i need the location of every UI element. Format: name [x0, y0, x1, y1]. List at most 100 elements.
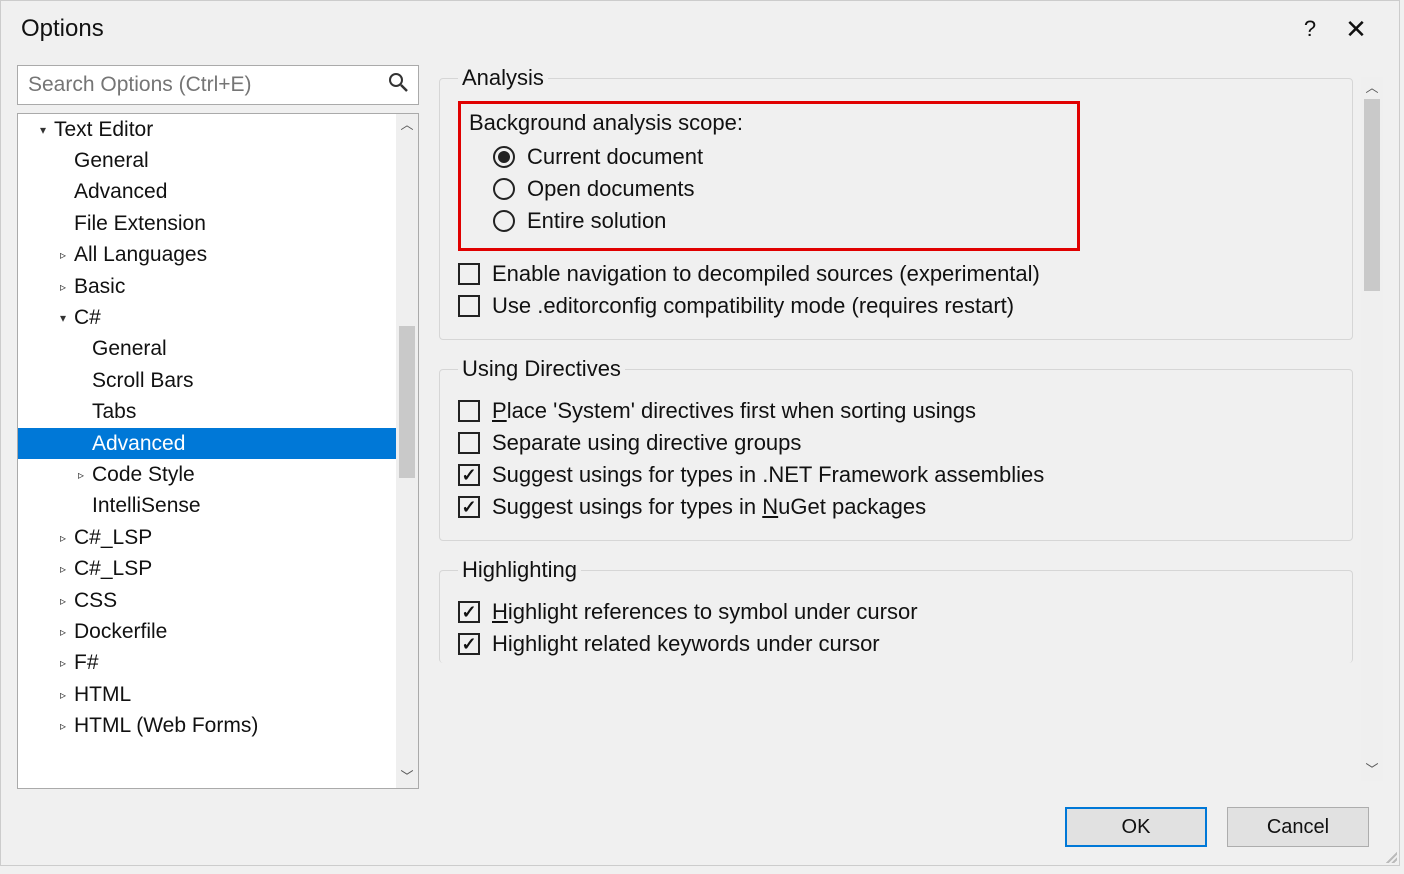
tree-item-label: F# [74, 651, 99, 675]
collapsed-icon[interactable]: ▹ [56, 280, 70, 294]
collapsed-icon[interactable]: ▹ [56, 719, 70, 733]
tree-item[interactable]: ▹C#_LSP [18, 553, 396, 584]
tree-item[interactable]: General [18, 145, 396, 176]
checkbox-label: Separate using directive groups [492, 430, 801, 456]
tree-item[interactable]: ▹Dockerfile [18, 616, 396, 647]
settings-panel: Analysis Background analysis scope: Curr… [435, 65, 1357, 789]
checkbox-icon[interactable] [458, 263, 480, 285]
tree-item[interactable]: ▹ Basic [18, 271, 396, 302]
search-box[interactable] [17, 65, 419, 105]
radio-icon[interactable] [493, 178, 515, 200]
checkbox-option[interactable]: Suggest usings for types in .NET Framewo… [458, 462, 1336, 488]
panel-scrollbar[interactable]: ︿ ﹀ [1361, 77, 1383, 781]
tree-item[interactable]: IntelliSense [18, 491, 396, 522]
checkbox-option[interactable]: Highlight related keywords under cursor [458, 631, 1336, 657]
radio-option[interactable]: Open documents [493, 176, 1069, 202]
tree-item-label: HTML [74, 683, 131, 707]
scope-label: Background analysis scope: [469, 110, 1069, 136]
scroll-down-icon[interactable]: ﹀ [396, 766, 418, 788]
scroll-down-icon[interactable]: ﹀ [1361, 759, 1383, 781]
resize-grip-icon[interactable] [1383, 849, 1397, 863]
checkbox-icon[interactable] [458, 633, 480, 655]
tree-item-label: Scroll Bars [92, 369, 194, 393]
analysis-group: Analysis Background analysis scope: Curr… [439, 65, 1353, 340]
right-column: Analysis Background analysis scope: Curr… [435, 65, 1383, 789]
highlighting-group: Highlighting Highlight references to sym… [439, 557, 1353, 663]
checkbox-label: Suggest usings for types in .NET Framewo… [492, 462, 1044, 488]
tree-item-label: General [74, 149, 149, 173]
tree-item[interactable]: General [18, 334, 396, 365]
checkbox-label: Use .editorconfig compatibility mode (re… [492, 293, 1014, 319]
title-bar: Options ? ✕ [1, 1, 1399, 57]
tree-item[interactable]: Tabs [18, 397, 396, 428]
radio-label: Open documents [527, 176, 695, 202]
checkbox-option[interactable]: Highlight references to symbol under cur… [458, 599, 1336, 625]
collapsed-icon[interactable]: ▹ [56, 656, 70, 670]
radio-icon[interactable] [493, 146, 515, 168]
checkbox-option[interactable]: Suggest usings for types in NuGet packag… [458, 494, 1336, 520]
ok-button[interactable]: OK [1065, 807, 1207, 847]
checkbox-icon[interactable] [458, 496, 480, 518]
tree-item-label: C#_LSP [74, 526, 152, 550]
expanded-icon[interactable]: ▾ [56, 311, 70, 325]
checkbox-icon[interactable] [458, 464, 480, 486]
tree-item-label: Tabs [92, 400, 136, 424]
tree-item-label: Advanced [74, 180, 167, 204]
tree-item[interactable]: ▹ C#_LSP [18, 522, 396, 553]
checkbox-icon[interactable] [458, 601, 480, 623]
checkbox-icon[interactable] [458, 400, 480, 422]
scroll-up-icon[interactable]: ︿ [396, 114, 418, 136]
tree-item-label: Code Style [92, 463, 195, 487]
scroll-thumb[interactable] [399, 326, 415, 478]
tree-view: ▾Text Editor General Advanced File Extensio… [17, 113, 419, 789]
collapsed-icon[interactable]: ▹ [56, 248, 70, 262]
radio-label: Entire solution [527, 208, 666, 234]
tree-item-label: IntelliSense [92, 494, 201, 518]
checkbox-icon[interactable] [458, 295, 480, 317]
tree-item[interactable]: ▾Text Editor [18, 114, 396, 145]
radio-icon[interactable] [493, 210, 515, 232]
tree-item[interactable]: Advanced [18, 177, 396, 208]
collapsed-icon[interactable]: ▹ [56, 531, 70, 545]
expanded-icon[interactable]: ▾ [36, 123, 50, 137]
scroll-thumb[interactable] [1364, 99, 1380, 291]
checkbox-option[interactable]: Use .editorconfig compatibility mode (re… [458, 293, 1336, 319]
tree-item[interactable]: File Extension [18, 208, 396, 239]
highlighting-legend: Highlighting [458, 557, 581, 583]
collapsed-icon[interactable]: ▹ [74, 468, 88, 482]
close-button[interactable]: ✕ [1333, 14, 1379, 45]
tree-item-label: CSS [74, 589, 117, 613]
search-input[interactable] [28, 73, 388, 97]
usings-group: Using Directives Place 'System' directiv… [439, 356, 1353, 541]
tree-scrollbar[interactable]: ︿ ﹀ [396, 114, 418, 788]
radio-option[interactable]: Current document [493, 144, 1069, 170]
dialog-title: Options [21, 15, 104, 43]
collapsed-icon[interactable]: ▹ [56, 625, 70, 639]
options-dialog: Options ? ✕ ▾Text Editor General Advanced F… [0, 0, 1400, 866]
radio-option[interactable]: Entire solution [493, 208, 1069, 234]
checkbox-option[interactable]: Separate using directive groups [458, 430, 1336, 456]
tree-item-label: Basic [74, 275, 125, 299]
checkbox-option[interactable]: Place 'System' directives first when sor… [458, 398, 1336, 424]
tree-item[interactable]: Scroll Bars [18, 365, 396, 396]
tree-item[interactable]: ▹All Languages [18, 240, 396, 271]
tree-item[interactable]: ▹ Code Style [18, 459, 396, 490]
checkbox-option[interactable]: Enable navigation to decompiled sources … [458, 261, 1336, 287]
collapsed-icon[interactable]: ▹ [56, 688, 70, 702]
tree-item[interactable]: ▹ F# [18, 648, 396, 679]
tree-item[interactable]: ▾C# [18, 302, 396, 333]
left-column: ▾Text Editor General Advanced File Extensio… [17, 65, 419, 789]
collapsed-icon[interactable]: ▹ [56, 594, 70, 608]
tree-item[interactable]: ▹ HTML (Web Forms) [18, 710, 396, 741]
search-icon [388, 72, 408, 98]
scroll-up-icon[interactable]: ︿ [1361, 77, 1383, 99]
tree-item-label: HTML (Web Forms) [74, 714, 258, 738]
collapsed-icon[interactable]: ▹ [56, 562, 70, 576]
tree-item[interactable]: Advanced [18, 428, 396, 459]
cancel-button[interactable]: Cancel [1227, 807, 1369, 847]
analysis-legend: Analysis [458, 65, 548, 91]
checkbox-icon[interactable] [458, 432, 480, 454]
tree-item[interactable]: ▹ CSS [18, 585, 396, 616]
help-button[interactable]: ? [1287, 16, 1333, 42]
tree-item[interactable]: ▹ HTML [18, 679, 396, 710]
